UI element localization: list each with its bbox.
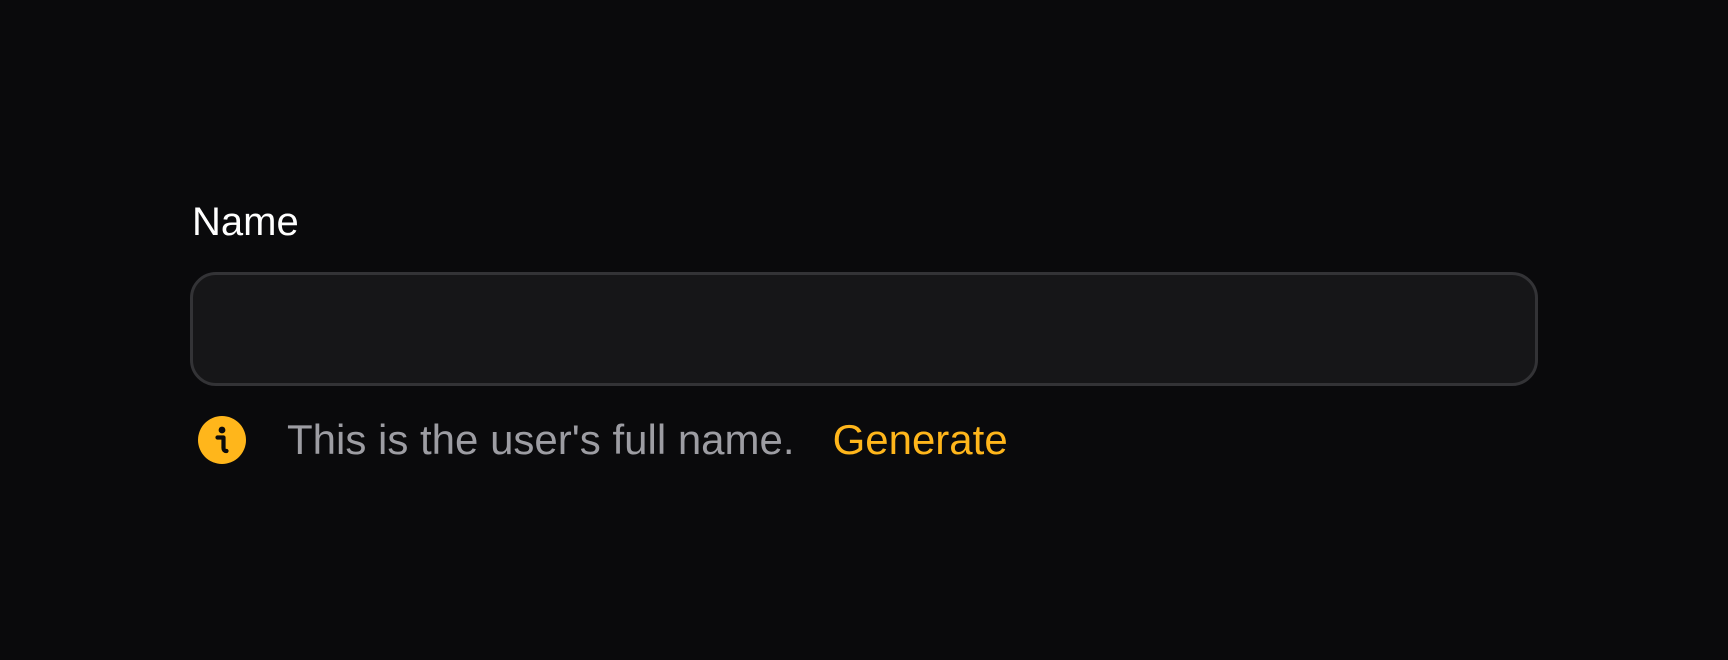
name-input[interactable] (190, 272, 1538, 386)
help-text: This is the user's full name. (287, 416, 795, 463)
generate-link[interactable]: Generate (833, 414, 1008, 466)
name-field-label: Name (192, 200, 299, 244)
help-row: This is the user's full name. Generate (190, 414, 1538, 466)
name-field-group: Name This is the user's full name. Gener… (190, 198, 1538, 466)
info-icon (198, 416, 246, 464)
